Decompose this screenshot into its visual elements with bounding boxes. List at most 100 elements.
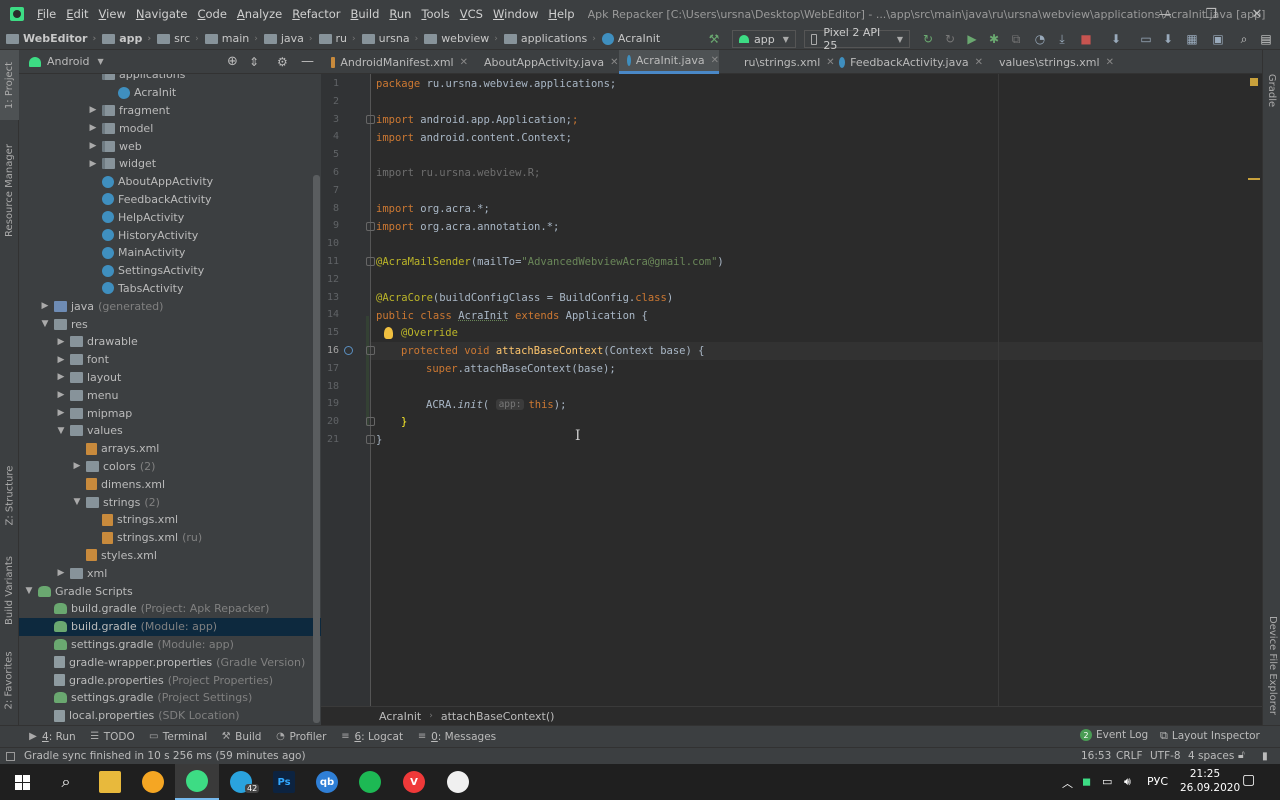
- taskbar-android-studio[interactable]: [175, 764, 219, 800]
- tool-window-profiler[interactable]: ◔ Profiler: [275, 731, 326, 743]
- menu-help[interactable]: Help: [543, 7, 579, 21]
- warning-indicator-icon[interactable]: [1250, 78, 1258, 86]
- menu-code[interactable]: Code: [192, 7, 231, 21]
- taskbar-spotify[interactable]: [348, 764, 392, 800]
- menu-vcs[interactable]: VCS: [455, 7, 488, 21]
- breadcrumb-item[interactable]: AcraInit: [596, 32, 660, 45]
- tree-item[interactable]: TabsActivity: [19, 280, 321, 298]
- menu-window[interactable]: Window: [488, 7, 543, 21]
- run-config-select[interactable]: app ▼: [732, 30, 796, 48]
- menu-build[interactable]: Build: [346, 7, 385, 21]
- minimize-button[interactable]: —: [1142, 0, 1188, 28]
- line-separator[interactable]: CRLF: [1116, 747, 1143, 764]
- close-icon[interactable]: ✕: [711, 55, 719, 66]
- breadcrumb-item[interactable]: main ›: [199, 32, 258, 45]
- breadcrumb-item[interactable]: java ›: [258, 32, 313, 45]
- chevron-down-icon[interactable]: ▼: [39, 319, 51, 329]
- fold-marker[interactable]: [366, 417, 375, 426]
- close-icon[interactable]: ✕: [610, 57, 618, 68]
- tree-item[interactable]: ▼ Gradle Scripts: [19, 582, 321, 600]
- profile-icon[interactable]: ◔: [1032, 31, 1048, 47]
- taskbar-vivaldi[interactable]: V: [392, 764, 436, 800]
- tray-expand-icon[interactable]: ︿: [1062, 775, 1073, 791]
- gear-icon[interactable]: ⚙: [277, 55, 288, 69]
- device-manager-icon[interactable]: ▣: [1210, 31, 1226, 47]
- chevron-right-icon[interactable]: ▶: [55, 337, 67, 347]
- tree-item[interactable]: styles.xml: [19, 547, 321, 565]
- tab-favorites[interactable]: 2: Favorites: [0, 645, 19, 715]
- attach-debugger-icon[interactable]: ⧉: [1008, 31, 1024, 47]
- tree-item[interactable]: settings.gradle (Project Settings): [19, 689, 321, 707]
- stop-icon[interactable]: ■: [1078, 31, 1094, 47]
- tree-item[interactable]: arrays.xml: [19, 440, 321, 458]
- tree-item[interactable]: ▶ drawable: [19, 333, 321, 351]
- chevron-right-icon[interactable]: ▶: [87, 123, 99, 133]
- editor-tab[interactable]: AboutAppActivity.java ✕: [471, 50, 619, 74]
- indent-setting[interactable]: 4 spaces: [1188, 747, 1234, 764]
- menu-run[interactable]: Run: [384, 7, 416, 21]
- menu-file[interactable]: File: [32, 7, 61, 21]
- maximize-button[interactable]: ❐: [1188, 0, 1234, 28]
- tree-item[interactable]: build.gradle (Module: app): [19, 617, 321, 636]
- tree-item[interactable]: dimens.xml: [19, 475, 321, 493]
- tab-project[interactable]: 1: Project: [0, 50, 19, 120]
- warning-stripe-mark[interactable]: [1248, 178, 1260, 180]
- tree-item[interactable]: ▶ layout: [19, 369, 321, 387]
- chevron-down-icon[interactable]: ▼: [71, 497, 83, 507]
- tree-item[interactable]: ▼ res: [19, 315, 321, 333]
- project-scrollbar[interactable]: [313, 175, 320, 723]
- tree-item[interactable]: build.gradle (Project: Apk Repacker): [19, 600, 321, 618]
- tree-item[interactable]: AcraInit: [19, 84, 321, 102]
- tab-structure[interactable]: Z: Structure: [0, 460, 19, 530]
- breadcrumb-item[interactable]: applications ›: [498, 32, 596, 45]
- taskbar-android-studio-2[interactable]: [436, 764, 480, 800]
- tool-window-run[interactable]: ▶ 4: Run: [28, 731, 76, 743]
- override-method-icon[interactable]: [344, 346, 353, 355]
- breadcrumb-item[interactable]: WebEditor ›: [0, 32, 96, 45]
- chevron-down-icon[interactable]: ▼: [23, 586, 35, 596]
- chevron-right-icon[interactable]: ▶: [55, 408, 67, 418]
- tree-item[interactable]: ▼ strings (2): [19, 493, 321, 511]
- tab-resource-manager[interactable]: Resource Manager: [0, 140, 19, 240]
- close-icon[interactable]: ✕: [1106, 57, 1114, 68]
- menu-view[interactable]: View: [94, 7, 131, 21]
- hammer-icon[interactable]: ⚒: [706, 31, 722, 47]
- breadcrumb-item[interactable]: ru ›: [313, 32, 356, 45]
- debug-icon[interactable]: ✱: [986, 31, 1002, 47]
- collapse-all-icon[interactable]: ⇕: [249, 55, 259, 69]
- menu-edit[interactable]: Edit: [61, 7, 93, 21]
- tree-item[interactable]: ▶ web: [19, 137, 321, 155]
- fold-marker[interactable]: [366, 435, 375, 444]
- fold-marker[interactable]: [366, 222, 375, 231]
- sync-gradle-icon[interactable]: ⬇: [1108, 31, 1124, 47]
- tree-item[interactable]: ▶ font: [19, 351, 321, 369]
- coverage-icon[interactable]: ⤓: [1054, 31, 1070, 47]
- status-message[interactable]: Gradle sync finished in 10 s 256 ms (59 …: [24, 750, 306, 762]
- tree-item[interactable]: strings.xml: [19, 511, 321, 529]
- find-icon[interactable]: ▤: [1258, 31, 1274, 47]
- editor-tab[interactable]: ru\strings.xml ✕: [731, 50, 835, 74]
- breadcrumb-class[interactable]: AcraInit: [379, 710, 421, 723]
- caret-position[interactable]: 16:53: [1081, 747, 1111, 764]
- chevron-right-icon[interactable]: ▶: [55, 390, 67, 400]
- chevron-right-icon[interactable]: ▶: [87, 141, 99, 151]
- taskbar-yandex-browser[interactable]: [131, 764, 175, 800]
- tree-item[interactable]: local.properties (SDK Location): [19, 707, 321, 725]
- avd-manager-icon[interactable]: ▭: [1138, 31, 1154, 47]
- taskbar-telegram[interactable]: 42: [219, 764, 263, 800]
- fold-marker[interactable]: [366, 115, 375, 124]
- fold-marker[interactable]: [366, 257, 375, 266]
- clock[interactable]: 21:25 26.09.2020: [1180, 767, 1240, 795]
- tree-item[interactable]: ▶ mipmap: [19, 404, 321, 422]
- tree-item[interactable]: FeedbackActivity: [19, 191, 321, 209]
- editor-tab[interactable]: FeedbackActivity.java ✕: [831, 50, 983, 74]
- chevron-right-icon[interactable]: ▶: [71, 461, 83, 471]
- chevron-right-icon[interactable]: ▶: [55, 355, 67, 365]
- file-encoding[interactable]: UTF-8: [1150, 747, 1181, 764]
- lock-icon[interactable]: 🔓︎: [1238, 747, 1245, 764]
- taskbar-photoshop[interactable]: Ps: [262, 764, 306, 800]
- close-icon[interactable]: ✕: [975, 57, 983, 68]
- start-button[interactable]: [0, 764, 44, 800]
- breadcrumb-item[interactable]: app ›: [96, 32, 151, 45]
- project-view-select[interactable]: Android: [47, 55, 90, 68]
